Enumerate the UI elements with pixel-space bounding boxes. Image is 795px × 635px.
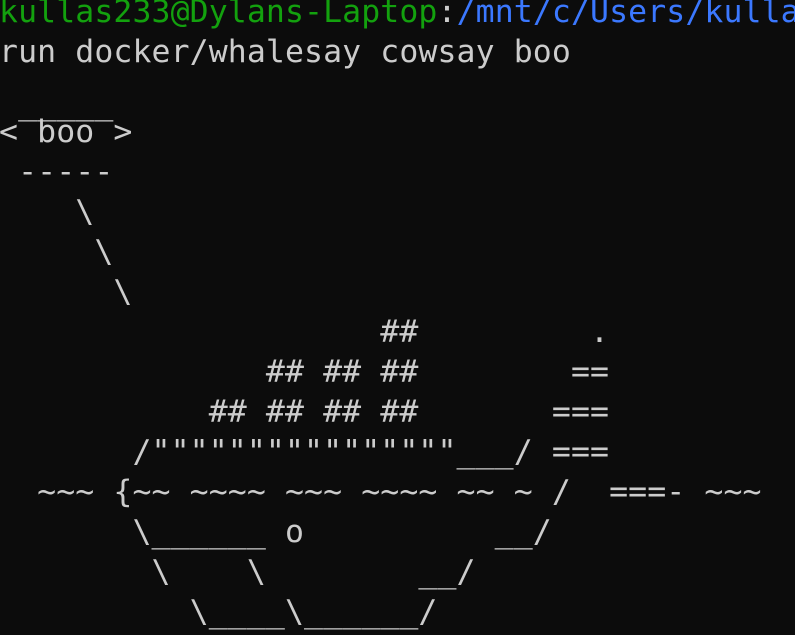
whale-art-line: \ \ __/ [0,554,476,590]
output-line: \ [0,274,133,310]
output-line: \ [0,234,114,270]
speech-bubble-bottom: ----- [0,154,114,190]
output-line: \ [0,194,95,230]
command-line: run docker/whalesay cowsay boo [0,34,571,70]
whale-art-line: /""""""""""""""""___/ === [0,434,610,470]
speech-bubble-text: < boo > [0,114,133,150]
prompt-user-host: kullas233@Dylans-Laptop [0,0,438,30]
whale-art-line: \____\______/ [0,594,438,630]
prompt-line: kullas233@Dylans-Laptop:/mnt/c/Users/kul… [0,0,795,32]
prompt-path: /mnt/c/Users/kulla [456,0,795,30]
terminal-window[interactable]: kullas233@Dylans-Laptop:/mnt/c/Users/kul… [0,0,795,635]
whale-art-line: ## ## ## == [0,354,610,390]
whale-art-line: ## . [0,314,610,350]
whale-art-line: \______ o __/ [0,514,552,550]
whale-art-line: ## ## ## ## === [0,394,610,430]
prompt-separator: : [437,0,457,30]
whale-art-line: ~~~ {~~ ~~~~ ~~~ ~~~~ ~~ ~ / ===- ~~~ [0,474,762,510]
